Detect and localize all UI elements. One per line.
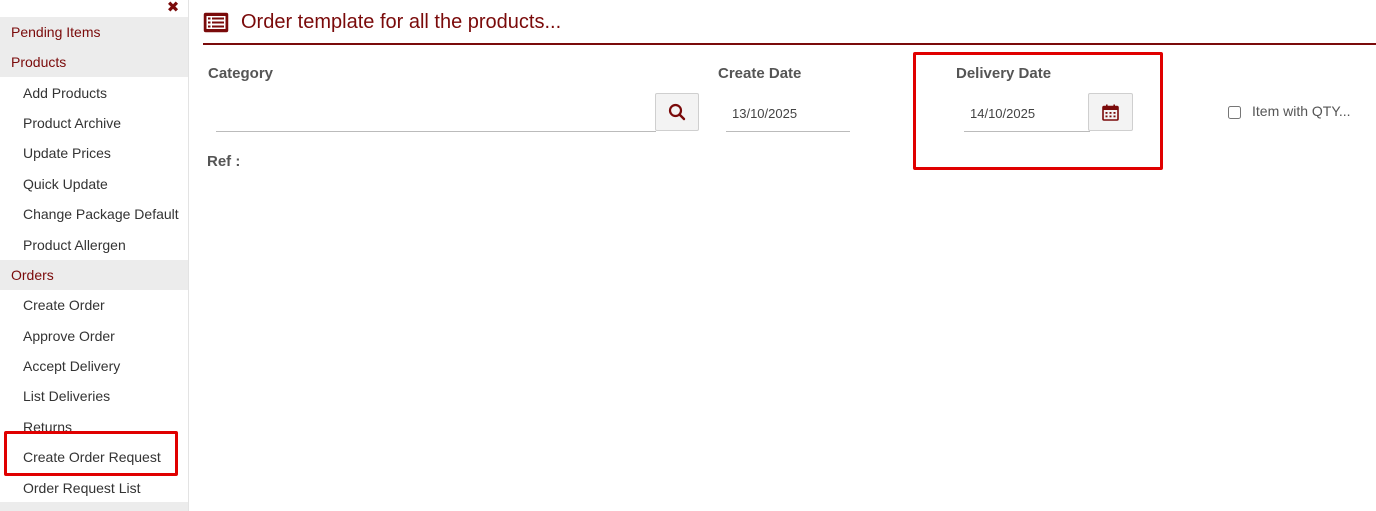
sidebar-item-accept-delivery[interactable]: Accept Delivery [0,351,188,381]
sidebar-item-order-request-list[interactable]: Order Request List [0,473,188,503]
search-icon [668,103,686,121]
sidebar-item-create-order[interactable]: Create Order [0,290,188,320]
delivery-date-calendar-button[interactable] [1088,93,1133,131]
calendar-icon [1102,104,1119,121]
sidebar-item-product-archive[interactable]: Product Archive [0,108,188,138]
page-title: Order template for all the products... [241,11,562,33]
ref-label: Ref : [207,153,241,170]
category-label: Category [208,65,274,82]
sidebar-item-change-package-default[interactable]: Change Package Default [0,199,188,229]
create-date-input[interactable] [726,96,850,132]
title-divider [203,43,1376,45]
sidebar-section-next [0,502,188,511]
sidebar-item-approve-order[interactable]: Approve Order [0,321,188,351]
sidebar-section-products[interactable]: Products [0,47,188,77]
delivery-date-input[interactable] [964,96,1090,132]
create-date-label: Create Date [718,65,802,82]
category-input[interactable] [216,96,656,132]
sidebar-item-add-products[interactable]: Add Products [0,78,188,108]
delivery-date-label: Delivery Date [956,65,1052,82]
sidebar-item-product-allergen[interactable]: Product Allergen [0,230,188,260]
sidebar: ✖ Pending Items Products Add Products Pr… [0,0,189,511]
list-icon [203,12,229,33]
sidebar-item-create-order-request[interactable]: Create Order Request [0,442,188,472]
sidebar-item-update-prices[interactable]: Update Prices [0,138,188,168]
category-search-button[interactable] [655,93,699,131]
item-with-qty-checkbox[interactable] [1228,106,1241,119]
sidebar-section-pending-items[interactable]: Pending Items [0,17,188,47]
sidebar-item-returns[interactable]: Returns [0,412,188,442]
close-icon[interactable]: ✖ [166,0,180,15]
sidebar-section-orders[interactable]: Orders [0,260,188,290]
sidebar-item-quick-update[interactable]: Quick Update [0,169,188,199]
item-with-qty-label: Item with QTY... [1252,103,1351,119]
sidebar-item-list-deliveries[interactable]: List Deliveries [0,381,188,411]
